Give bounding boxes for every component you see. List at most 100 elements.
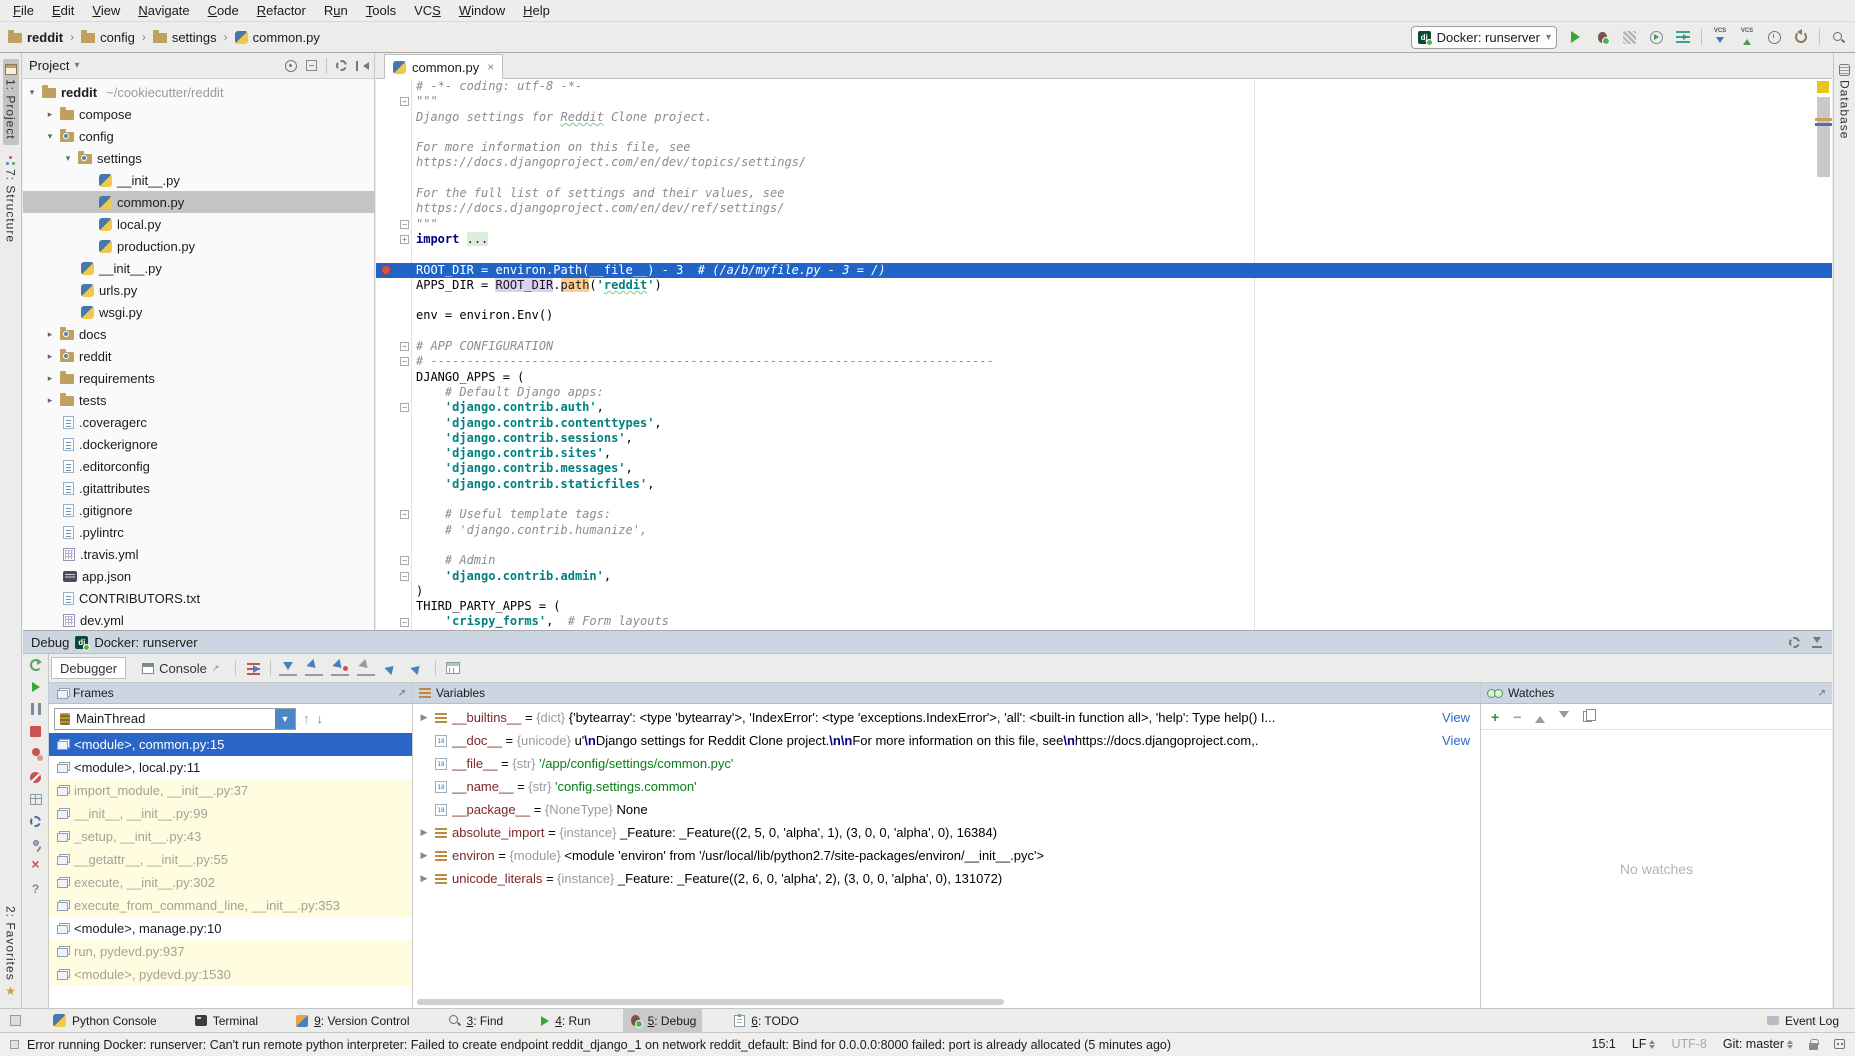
code-line-9[interactable]: https://docs.djangoproject.com/en/dev/re… — [376, 201, 1832, 216]
code-line-8[interactable]: For the full list of settings and their … — [376, 186, 1832, 201]
tree-expanded-icon[interactable]: ▾ — [27, 87, 37, 98]
restore-layout-icon[interactable] — [30, 794, 42, 805]
tree-item-settings[interactable]: ▾settings — [23, 147, 374, 169]
mute-breakpoints-icon[interactable] — [30, 772, 41, 783]
editor-gutter[interactable] — [376, 477, 412, 492]
breadcrumb-item-reddit[interactable]: reddit — [8, 30, 63, 45]
menu-item-code[interactable]: Code — [199, 1, 248, 20]
tree-collapsed-icon[interactable]: ▸ — [45, 329, 55, 340]
code-line-12[interactable] — [376, 247, 1832, 262]
code-line-10[interactable]: −""" — [376, 217, 1832, 232]
run-to-cursor-button[interactable] — [409, 660, 427, 676]
tool-window-button-debug[interactable]: 5: Debug — [623, 1009, 703, 1033]
editor-gutter[interactable] — [376, 110, 412, 125]
breadcrumb-item-common.py[interactable]: common.py — [235, 30, 320, 45]
code-line-4[interactable] — [376, 125, 1832, 140]
editor-gutter[interactable] — [376, 599, 412, 614]
editor-gutter[interactable] — [376, 308, 412, 323]
git-branch-widget[interactable]: Git: master — [1723, 1037, 1793, 1052]
tree-item-common.py[interactable]: common.py — [23, 191, 374, 213]
tree-item-.gitignore[interactable]: .gitignore — [23, 499, 374, 521]
code-line-24[interactable]: 'django.contrib.sessions', — [376, 431, 1832, 446]
code-line-33[interactable]: − 'django.contrib.admin', — [376, 569, 1832, 584]
fold-marker-icon[interactable]: − — [400, 572, 409, 581]
step-out-button[interactable] — [383, 660, 401, 676]
code-line-7[interactable] — [376, 171, 1832, 186]
help-icon[interactable] — [32, 882, 39, 896]
recent-changes-button[interactable] — [1765, 28, 1783, 46]
tree-expanded-icon[interactable]: ▾ — [45, 131, 55, 142]
tree-collapsed-icon[interactable]: ▸ — [45, 351, 55, 362]
code-line-23[interactable]: 'django.contrib.contenttypes', — [376, 416, 1832, 431]
frame-row[interactable]: _setup, __init__.py:43 — [49, 825, 412, 848]
fold-marker-icon[interactable]: − — [400, 357, 409, 366]
tree-item-docs[interactable]: ▸docs — [23, 323, 374, 345]
float-window-icon[interactable]: ↗ — [398, 688, 406, 699]
editor-gutter[interactable] — [376, 416, 412, 431]
code-line-22[interactable]: − 'django.contrib.auth', — [376, 400, 1832, 415]
duplicate-watch-icon[interactable] — [1583, 711, 1592, 722]
line-separator-widget[interactable]: LF — [1632, 1037, 1656, 1052]
hide-panel-icon[interactable] — [356, 61, 368, 71]
tree-item-.dockerignore[interactable]: .dockerignore — [23, 433, 374, 455]
close-icon[interactable]: × — [487, 60, 494, 74]
tree-item-config[interactable]: ▾config — [23, 125, 374, 147]
editor-gutter[interactable] — [376, 140, 412, 155]
horizontal-scrollbar[interactable] — [417, 999, 1004, 1005]
frame-row[interactable]: <module>, pydevd.py:1530 — [49, 963, 412, 986]
gear-icon[interactable] — [1789, 637, 1800, 648]
tree-expanded-icon[interactable]: ▾ — [63, 153, 73, 164]
vcs-commit-button[interactable] — [1738, 28, 1756, 46]
tree-item-urls.py[interactable]: urls.py — [23, 279, 374, 301]
gear-icon[interactable] — [336, 60, 347, 71]
variable-row[interactable]: ▶absolute_import = {instance} _Feature: … — [413, 821, 1480, 844]
variable-row[interactable]: __file__ = {str} '/app/config/settings/c… — [413, 752, 1480, 775]
menu-item-view[interactable]: View — [83, 1, 129, 20]
fold-marker-icon[interactable]: − — [400, 342, 409, 351]
fold-marker-icon[interactable]: − — [400, 220, 409, 229]
thread-select[interactable]: MainThread ▼ — [54, 708, 296, 730]
caret-position[interactable]: 15:1 — [1592, 1037, 1616, 1051]
code-line-29[interactable]: − # Useful template tags: — [376, 507, 1832, 522]
editor-gutter[interactable]: − — [376, 569, 412, 584]
evaluate-expression-button[interactable] — [444, 659, 462, 677]
stop-icon[interactable] — [30, 726, 41, 737]
tree-collapsed-icon[interactable]: ▸ — [45, 395, 55, 406]
resume-icon[interactable] — [32, 682, 40, 692]
run-config-select[interactable]: Docker: runserver ▾ — [1411, 26, 1557, 49]
tree-collapsed-icon[interactable]: ▸ — [45, 373, 55, 384]
menu-item-navigate[interactable]: Navigate — [129, 1, 198, 20]
tree-item-reddit[interactable]: ▸reddit — [23, 345, 374, 367]
variable-row[interactable]: ▶unicode_literals = {instance} _Feature:… — [413, 867, 1480, 890]
rerun-icon[interactable] — [30, 659, 42, 671]
menu-item-vcs[interactable]: VCS — [405, 1, 450, 20]
frame-row[interactable]: import_module, __init__.py:37 — [49, 779, 412, 802]
sidebar-item-structure[interactable]: 7: Structure — [3, 151, 19, 248]
sidebar-item-favorites[interactable]: 2: Favorites — [3, 901, 19, 1002]
code-line-18[interactable]: −# APP CONFIGURATION — [376, 339, 1832, 354]
variable-row[interactable]: ▶__builtins__ = {dict} {'bytearray': <ty… — [413, 706, 1480, 729]
code-line-5[interactable]: For more information on this file, see — [376, 140, 1832, 155]
breakpoint-icon[interactable] — [381, 265, 391, 275]
breadcrumb-item-settings[interactable]: settings — [153, 30, 217, 45]
rollback-button[interactable] — [1792, 28, 1810, 46]
editor-gutter[interactable] — [376, 492, 412, 507]
fold-marker-icon[interactable]: + — [400, 235, 409, 244]
code-line-3[interactable]: Django settings for Reddit Clone project… — [376, 110, 1832, 125]
search-everywhere-button[interactable] — [1829, 28, 1847, 46]
tree-item-.editorconfig[interactable]: .editorconfig — [23, 455, 374, 477]
editor-gutter[interactable]: + — [376, 232, 412, 247]
code-line-36[interactable]: − 'crispy_forms', # Form layouts — [376, 614, 1832, 629]
view-link[interactable]: View — [1442, 733, 1470, 748]
code-line-19[interactable]: −# -------------------------------------… — [376, 354, 1832, 369]
add-watch-icon[interactable]: + — [1491, 709, 1499, 725]
fold-marker-icon[interactable]: − — [400, 556, 409, 565]
editor-gutter[interactable] — [376, 446, 412, 461]
hide-panel-icon[interactable] — [1812, 637, 1824, 648]
tab-debugger[interactable]: Debugger — [51, 657, 126, 679]
tool-window-button-terminal[interactable]: Terminal — [189, 1009, 264, 1033]
editor-gutter[interactable] — [376, 523, 412, 538]
variable-row[interactable]: __doc__ = {unicode} u'\nDjango settings … — [413, 729, 1480, 752]
tree-item-local.py[interactable]: local.py — [23, 213, 374, 235]
editor-gutter[interactable] — [376, 431, 412, 446]
